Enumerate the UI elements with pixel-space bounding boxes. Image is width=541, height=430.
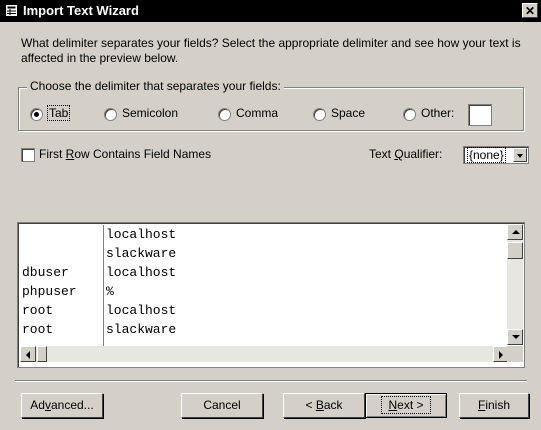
scroll-left-icon[interactable] (20, 346, 36, 362)
radio-semicolon[interactable] (104, 108, 117, 121)
chevron-down-icon[interactable] (513, 148, 527, 162)
scroll-down-icon[interactable] (507, 329, 523, 345)
title-bar: Import Text Wizard ✕ (0, 0, 541, 22)
preview-data: localhost slackware dbuser localhost phpuser… (20, 225, 513, 346)
finish-button[interactable]: Finish (459, 393, 529, 418)
preview-cell-host: slackware (106, 322, 177, 337)
table-icon (6, 5, 17, 16)
vertical-scrollbar[interactable] (507, 224, 523, 345)
preview-cell-host: % (106, 284, 114, 299)
advanced-button[interactable]: Advanced... (21, 393, 103, 418)
radio-other-label[interactable]: Other: (421, 106, 454, 120)
preview-cell-host: localhost (106, 265, 177, 280)
preview-grid[interactable]: localhost slackware dbuser localhost phpuser… (17, 222, 525, 368)
horizontal-scrollbar[interactable] (20, 346, 509, 362)
first-row-field-names-checkbox[interactable] (21, 148, 35, 162)
text-qualifier-label: Text Qualifier: (369, 147, 443, 161)
close-icon[interactable]: ✕ (522, 3, 538, 18)
cancel-button[interactable]: Cancel (181, 393, 263, 418)
preview-cell-host: localhost (106, 303, 177, 318)
first-row-field-names-label[interactable]: First Row Contains Field Names (39, 147, 211, 161)
preview-cell-user: phpuser (22, 284, 77, 299)
window-title: Import Text Wizard (23, 3, 139, 18)
import-text-wizard-window: Import Text Wizard ✕ What delimiter sepa… (0, 0, 541, 430)
radio-space-label[interactable]: Space (331, 106, 365, 120)
column-divider (103, 225, 104, 346)
delimiter-group-label: Choose the delimiter that separates your… (27, 79, 284, 93)
radio-comma-label[interactable]: Comma (236, 106, 278, 120)
radio-space[interactable] (313, 108, 326, 121)
radio-comma[interactable] (218, 108, 231, 121)
other-delimiter-input[interactable] (468, 104, 492, 126)
next-button[interactable]: Next > (365, 393, 447, 418)
radio-semicolon-label[interactable]: Semicolon (122, 106, 178, 120)
text-qualifier-select[interactable]: {none} (463, 146, 529, 164)
back-button[interactable]: < Back (283, 393, 365, 418)
radio-tab[interactable] (30, 108, 43, 121)
vertical-scroll-thumb[interactable] (507, 242, 523, 259)
scroll-up-icon[interactable] (507, 224, 523, 240)
preview-cell-user: root (22, 322, 54, 337)
instructions-text: What delimiter separates your fields? Se… (21, 36, 521, 65)
radio-selected-dot (34, 112, 39, 117)
text-qualifier-value: {none} (467, 147, 506, 163)
preview-cell-user: root (22, 303, 54, 318)
scrollbar-corner (507, 346, 523, 362)
preview-cell-user: dbuser (22, 265, 69, 280)
button-separator (15, 380, 527, 382)
preview-cell-host: slackware (106, 246, 177, 261)
radio-tab-label[interactable]: Tab (47, 105, 71, 121)
radio-other[interactable] (403, 108, 416, 121)
horizontal-scroll-thumb[interactable] (37, 346, 47, 362)
preview-cell-host: localhost (106, 227, 177, 242)
